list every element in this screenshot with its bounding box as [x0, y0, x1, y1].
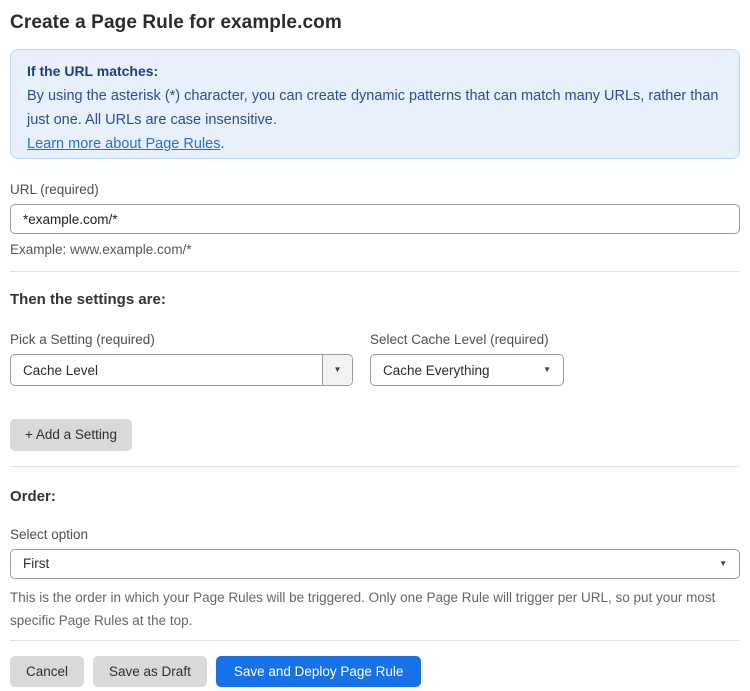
- url-field-group: URL (required) Example: www.example.com/…: [10, 182, 740, 257]
- order-label: Select option: [10, 526, 89, 542]
- order-select[interactable]: First ▼: [10, 548, 740, 579]
- page: Create a Page Rule for example.com If th…: [0, 0, 750, 687]
- order-select-value: First: [23, 556, 50, 571]
- pick-setting-value: Cache Level: [23, 362, 99, 378]
- info-banner-body: By using the asterisk (*) character, you…: [27, 88, 719, 128]
- url-example-text: Example: www.example.com/*: [10, 242, 192, 257]
- cache-level-value: Cache Everything: [383, 362, 490, 378]
- section-divider: [10, 639, 740, 641]
- pick-setting-label: Pick a Setting (required): [10, 332, 155, 347]
- cache-level-arrow-box: ▼: [543, 366, 563, 374]
- order-arrow-box: ▼: [719, 558, 739, 568]
- info-banner-heading: If the URL matches:: [27, 63, 159, 79]
- save-draft-button[interactable]: Save as Draft: [93, 655, 207, 687]
- info-banner-text: By using the asterisk (*) character, you…: [27, 84, 723, 156]
- add-setting-button[interactable]: + Add a Setting: [10, 419, 132, 451]
- cache-level-select[interactable]: Cache Everything ▼: [370, 354, 564, 386]
- settings-row: Pick a Setting (required) Cache Level ▼ …: [10, 332, 740, 386]
- cancel-button[interactable]: Cancel: [10, 655, 85, 687]
- page-title: Create a Page Rule for example.com: [10, 12, 342, 33]
- action-bar: Cancel Save as Draft Save and Deploy Pag…: [10, 655, 740, 687]
- link-suffix: .: [220, 136, 225, 152]
- order-heading: Order:: [10, 487, 56, 505]
- learn-more-link[interactable]: Learn more about Page Rules: [27, 136, 220, 152]
- section-divider: [10, 271, 740, 272]
- url-label: URL (required): [10, 182, 99, 197]
- pick-setting-arrow-box: ▼: [322, 355, 352, 385]
- chevron-down-icon: ▼: [719, 558, 727, 568]
- pick-setting-group: Pick a Setting (required) Cache Level ▼: [10, 332, 353, 386]
- cache-level-group: Select Cache Level (required) Cache Ever…: [370, 332, 564, 386]
- cache-level-label: Select Cache Level (required): [370, 332, 549, 347]
- url-input[interactable]: [10, 204, 740, 234]
- order-help-text: This is the order in which your Page Rul…: [10, 589, 716, 628]
- info-banner: If the URL matches: By using the asteris…: [10, 49, 740, 159]
- settings-heading: Then the settings are:: [10, 291, 166, 308]
- chevron-down-icon: ▼: [333, 365, 342, 374]
- section-divider: [10, 465, 740, 467]
- chevron-down-icon: ▼: [543, 365, 551, 374]
- save-deploy-button[interactable]: Save and Deploy Page Rule: [215, 655, 422, 687]
- pick-setting-select[interactable]: Cache Level ▼: [10, 354, 353, 386]
